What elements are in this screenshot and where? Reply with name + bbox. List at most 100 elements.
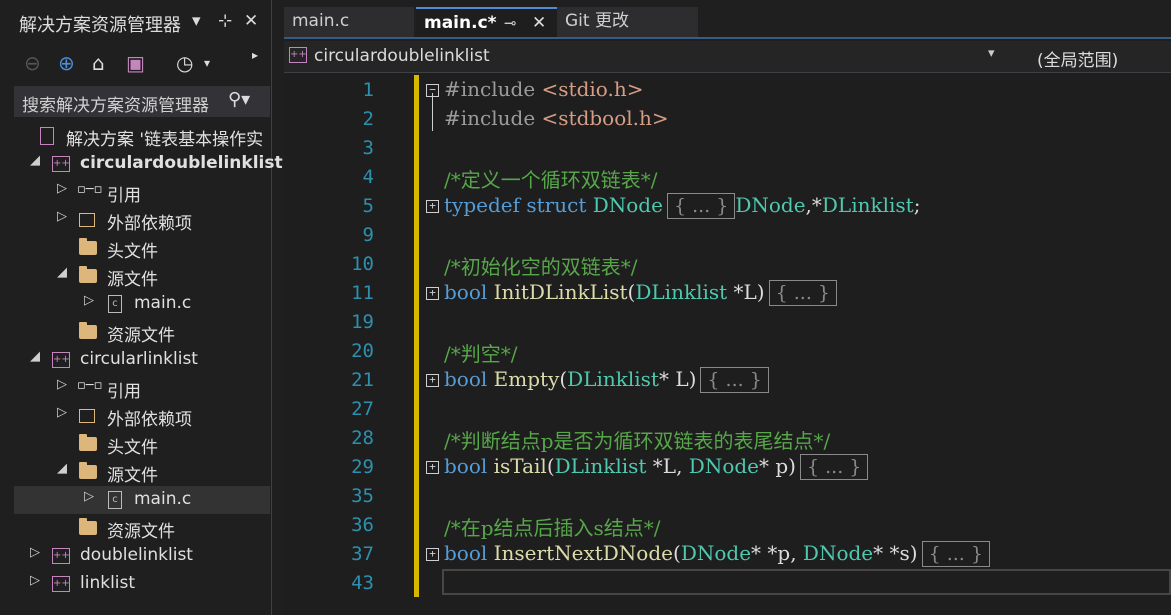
collapsed-region[interactable]: { ... } <box>768 280 837 306</box>
tree-item-label: 外部依赖项 <box>107 410 192 430</box>
collapsed-region[interactable]: { ... } <box>700 367 769 393</box>
forward-icon[interactable]: ⊕ <box>58 50 75 76</box>
tree-item[interactable]: ▷ ▫─▫ 引用 <box>14 178 270 206</box>
home-icon[interactable]: ⌂ <box>92 50 105 76</box>
expand-region-icon[interactable]: + <box>426 548 439 561</box>
line-number: 9 <box>362 224 374 246</box>
collapsed-arrow-icon[interactable]: ▷ <box>82 489 96 504</box>
collapsed-arrow-icon[interactable]: ▷ <box>28 545 42 560</box>
solution-label: 解决方案 '链表基本操作实 <box>66 130 264 150</box>
code-line[interactable]: /*定义一个循环双链表*/ <box>444 164 657 193</box>
expand-region-icon[interactable]: + <box>426 200 439 213</box>
filter-folder-icon <box>77 237 99 259</box>
filter-folder-icon <box>77 265 99 287</box>
panel-dropdown-icon[interactable]: ▾ <box>192 11 201 31</box>
collapsed-region[interactable]: { ... } <box>799 454 869 480</box>
switch-views-icon[interactable]: ▣ <box>126 50 145 76</box>
tab-git-changes[interactable]: Git 更改 <box>557 7 698 37</box>
expand-region-icon[interactable]: + <box>426 461 439 474</box>
code-line[interactable]: bool Empty(DLinklist* L){ ... } <box>444 367 769 393</box>
search-box[interactable]: 搜索解决方案资源管理器 ⚲▾ <box>14 86 270 117</box>
collapsed-arrow-icon[interactable]: ▷ <box>55 209 69 224</box>
code-editor[interactable]: 1− #include <stdio.h> 2 #include <stdbool.h… <box>284 73 1171 615</box>
change-tracking-bar <box>414 75 419 597</box>
tree-item[interactable]: 资源文件 <box>14 318 270 346</box>
tree-item-label: circulardoublelinklist <box>80 153 283 173</box>
c-file-icon: c <box>104 293 126 315</box>
tree-item[interactable]: ▷ ▫─▫ 引用 <box>14 374 270 402</box>
tree-item-label: 源文件 <box>107 466 158 486</box>
code-line[interactable]: /*初始化空的双链表*/ <box>444 251 637 280</box>
explorer-toolbar: ⊖ ⊕ ⌂ ▣ ◷ ▾ ▸ <box>0 44 272 82</box>
overflow-icon[interactable]: ▸ <box>252 42 258 68</box>
scope-dropdown[interactable]: (全局范围) <box>1037 46 1118 71</box>
tree-item-label: 资源文件 <box>107 326 175 346</box>
pending-changes-icon[interactable]: ◷ <box>176 50 193 76</box>
document-tabs: main.c main.c* ⊸ ✕ Git 更改 <box>284 7 1171 37</box>
collapsed-arrow-icon[interactable]: ▷ <box>55 405 69 420</box>
external-deps-icon <box>77 405 99 427</box>
tree-item[interactable]: ◢ 源文件 <box>14 458 270 486</box>
expanded-arrow-icon[interactable]: ◢ <box>28 349 42 364</box>
code-line[interactable]: bool isTail(DLinklist *L, DNode* p){ ...… <box>444 454 869 480</box>
pin-icon[interactable]: ⊹ <box>218 11 232 31</box>
line-number: 10 <box>351 253 374 275</box>
search-icon[interactable]: ⚲▾ <box>228 89 250 110</box>
tree-item-label: 引用 <box>107 382 141 402</box>
tree-item[interactable]: ▷ ++ doublelinklist <box>14 542 270 570</box>
code-line[interactable]: /*在p结点后插入s结点*/ <box>444 512 661 541</box>
back-icon[interactable]: ⊖ <box>24 50 41 76</box>
code-line[interactable]: #include <stdbool.h> <box>444 106 669 130</box>
line-number: 43 <box>351 572 374 594</box>
collapsed-arrow-icon[interactable]: ▷ <box>82 293 96 308</box>
filter-folder-icon <box>77 321 99 343</box>
code-line[interactable]: bool InitDLinkList(DLinklist *L){ ... } <box>444 280 837 306</box>
project-icon: ++ <box>50 573 72 595</box>
code-line[interactable]: #include <stdio.h> <box>444 77 643 101</box>
collapsed-arrow-icon[interactable]: ▷ <box>55 377 69 392</box>
tree-item[interactable]: ▷ c main.c <box>14 486 270 514</box>
tree-item[interactable]: 头文件 <box>14 430 270 458</box>
collapsed-arrow-icon[interactable]: ▷ <box>28 573 42 588</box>
dropdown-icon[interactable]: ▾ <box>204 50 210 76</box>
tab-main-c[interactable]: main.c <box>284 7 414 37</box>
tree-item-label: 头文件 <box>107 438 158 458</box>
line-number: 5 <box>362 195 374 217</box>
tree-item[interactable]: ▷ 外部依赖项 <box>14 206 270 234</box>
external-deps-icon <box>77 209 99 231</box>
tab-main-c-active[interactable]: main.c* ⊸ ✕ <box>416 7 559 37</box>
chevron-down-icon[interactable]: ▾ <box>988 46 995 61</box>
tree-item[interactable]: ▷ 外部依赖项 <box>14 402 270 430</box>
tree-item-label: 源文件 <box>107 270 158 290</box>
code-line[interactable]: /*判断结点p是否为循环双链表的表尾结点*/ <box>444 425 830 454</box>
tab-close-icon[interactable]: ✕ <box>532 9 546 37</box>
tree-item-label: 资源文件 <box>107 522 175 542</box>
tree-item[interactable]: ▷ ++ linklist <box>14 570 270 598</box>
code-line[interactable]: typedef struct DNode{ ... } DNode,*DLinkl… <box>444 193 920 219</box>
line-number: 35 <box>351 485 374 507</box>
collapsed-arrow-icon[interactable]: ▷ <box>55 181 69 196</box>
tree-item[interactable]: ◢ ++ circulardoublelinklist <box>14 150 283 178</box>
expand-region-icon[interactable]: + <box>426 374 439 387</box>
expanded-arrow-icon[interactable]: ◢ <box>28 153 42 168</box>
expanded-arrow-icon[interactable]: ◢ <box>55 461 69 476</box>
tree-item[interactable]: ◢ ++ circularlinklist <box>14 346 270 374</box>
line-number: 20 <box>351 340 374 362</box>
tree-item[interactable]: ◢ 源文件 <box>14 262 270 290</box>
expanded-arrow-icon[interactable]: ◢ <box>55 265 69 280</box>
collapsed-region[interactable]: { ... } <box>921 541 990 567</box>
c-file-icon: c <box>104 489 126 511</box>
solution-node[interactable]: 解决方案 '链表基本操作实 <box>14 122 270 150</box>
tree-item[interactable]: 资源文件 <box>14 514 270 542</box>
close-icon[interactable]: ✕ <box>244 11 258 31</box>
current-line-highlight <box>442 569 1171 595</box>
collapsed-region[interactable]: { ... } <box>666 193 736 219</box>
code-line[interactable]: /*判空*/ <box>444 338 517 367</box>
code-line[interactable]: bool InsertNextDNode(DNode* *p, DNode* *… <box>444 541 990 567</box>
references-icon: ▫─▫ <box>77 182 103 197</box>
tree-item[interactable]: ▷ c main.c <box>14 290 270 318</box>
project-dropdown[interactable]: circulardoublelinklist <box>314 46 490 66</box>
tree-item[interactable]: 头文件 <box>14 234 270 262</box>
expand-region-icon[interactable]: + <box>426 287 439 300</box>
tab-pin-icon[interactable]: ⊸ <box>504 9 517 37</box>
